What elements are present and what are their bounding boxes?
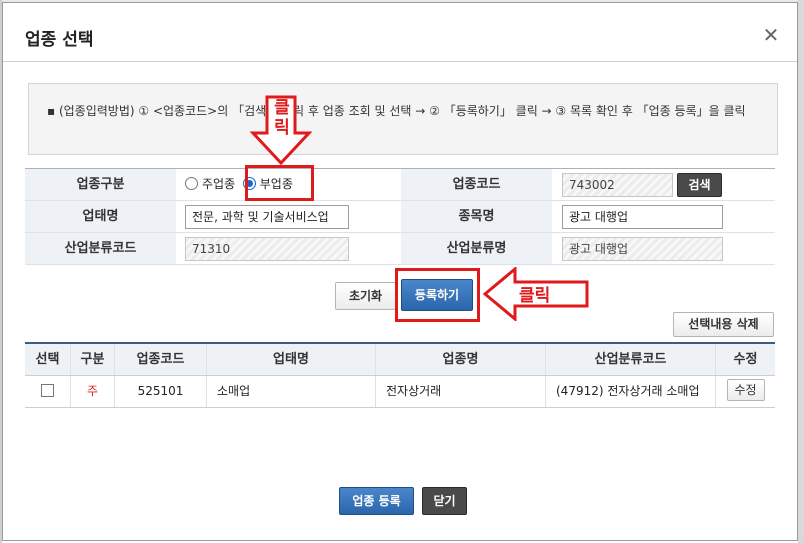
search-button[interactable]: 검색 — [677, 173, 722, 197]
click-annotation-right: 클릭 — [519, 286, 551, 306]
highlight-sub-business — [245, 165, 314, 201]
title-divider — [3, 61, 797, 62]
modal-title: 업종 선택 — [25, 30, 94, 50]
reset-button[interactable]: 초기화 — [335, 282, 396, 310]
guide-text: ▪ (업종입력방법) ① <업종코드>의 「검색」 클릭 후 업종 조회 및 선… — [47, 104, 746, 118]
row-item: 전자상거래 — [376, 376, 546, 407]
row-type: 주 — [71, 376, 115, 407]
row-business: 소매업 — [207, 376, 376, 407]
delete-selected-button[interactable]: 선택내용 삭제 — [673, 312, 774, 337]
guide-box: ▪ (업종입력방법) ① <업종코드>의 「검색」 클릭 후 업종 조회 및 선… — [28, 83, 778, 155]
row-edit-button[interactable]: 수정 — [726, 379, 765, 401]
header-type: 구분 — [71, 344, 115, 375]
code-input: 743002 — [562, 173, 673, 197]
form-row-industry: 산업분류코드 71310 산업분류명 광고 대행업 — [25, 233, 775, 265]
item-input[interactable]: 광고 대행업 — [562, 205, 723, 229]
click-annotation-top: 클릭 — [274, 98, 290, 138]
header-industry: 산업분류코드 — [546, 344, 716, 375]
item-label: 종목명 — [401, 201, 552, 232]
business-input[interactable]: 전문, 과학 및 기술서비스업 — [185, 205, 349, 229]
header-code: 업종코드 — [115, 344, 207, 375]
business-label: 업태명 — [25, 201, 176, 232]
header-item: 업종명 — [376, 344, 546, 375]
type-label: 업종구분 — [25, 169, 176, 200]
table-row: 주 525101 소매업 전자상거래 (47912) 전자상거래 소매업 수정 — [25, 376, 775, 408]
row-industry: (47912) 전자상거래 소매업 — [546, 376, 716, 407]
header-select: 선택 — [25, 344, 71, 375]
close-icon[interactable]: ✕ — [761, 25, 781, 45]
industry-code-input: 71310 — [185, 237, 349, 261]
business-list-table: 선택 구분 업종코드 업태명 업종명 산업분류코드 수정 주 525101 소매… — [25, 342, 775, 408]
form-row-type: 업종구분 주업종 부업종 업종코드 743002 검색 — [25, 169, 775, 201]
highlight-register-button — [395, 268, 480, 322]
table-header: 선택 구분 업종코드 업태명 업종명 산업분류코드 수정 — [25, 344, 775, 376]
row-edit-cell: 수정 — [716, 376, 775, 407]
header-business: 업태명 — [207, 344, 376, 375]
form-row-business: 업태명 전문, 과학 및 기술서비스업 종목명 광고 대행업 — [25, 201, 775, 233]
header-edit: 수정 — [733, 352, 758, 367]
industry-name-input: 광고 대행업 — [562, 237, 723, 261]
business-form: 업종구분 주업종 부업종 업종코드 743002 검색 업태명 전문, 과학 및… — [25, 168, 775, 265]
radio-main-label: 주업종 — [202, 177, 236, 191]
background-edge-right — [798, 0, 804, 543]
industry-name-label: 산업분류명 — [401, 233, 552, 264]
row-select-cell — [25, 376, 71, 407]
guide-text-content: (업종입력방법) ① <업종코드>의 「검색」 클릭 후 업종 조회 및 선택 … — [58, 104, 746, 118]
radio-main-business[interactable] — [185, 177, 198, 190]
row-code: 525101 — [115, 376, 207, 407]
row-checkbox[interactable] — [41, 383, 54, 397]
industry-code-label: 산업분류코드 — [25, 233, 176, 264]
submit-business-button[interactable]: 업종 등록 — [339, 487, 414, 515]
close-button[interactable]: 닫기 — [422, 487, 467, 515]
code-label: 업종코드 — [401, 169, 552, 200]
